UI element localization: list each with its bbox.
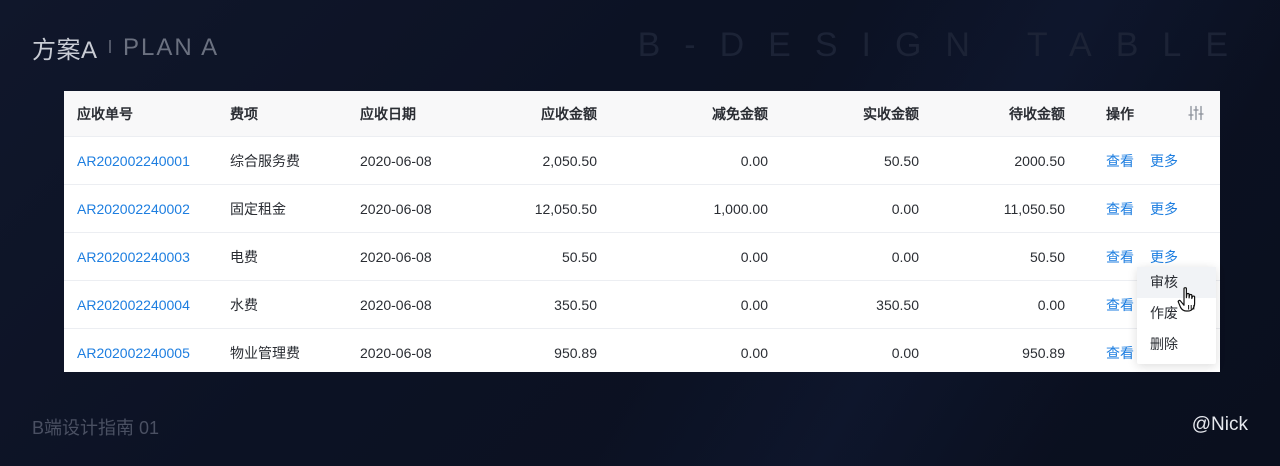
hand-pointer-icon [1177, 287, 1196, 312]
fee-item: 物业管理费 [230, 344, 300, 361]
data-table: 应收单号 费项 应收日期 应收金额 减免金额 实收金额 待收金额 操作 AR20… [64, 91, 1220, 372]
title-separator: I [107, 37, 114, 57]
more-actions-dropdown: 审核 作废 删除 [1137, 267, 1216, 364]
due-date: 2020-06-08 [360, 296, 432, 313]
view-button[interactable]: 查看 [1106, 153, 1134, 169]
receivable-no-link[interactable]: AR202002240001 [77, 153, 190, 169]
header-amount-due: 应收金额 [541, 105, 597, 122]
row-actions: 查看 更多 [1106, 151, 1178, 171]
header-fee-item: 费项 [230, 105, 258, 122]
due-date: 2020-06-08 [360, 152, 432, 169]
page-title: 方案A I PLAN A [32, 30, 219, 65]
view-button[interactable]: 查看 [1106, 201, 1134, 217]
due-date: 2020-06-08 [360, 248, 432, 265]
amount-pending: 2000.50 [1014, 152, 1065, 169]
amount-paid: 0.00 [891, 248, 919, 265]
title-cn: 方案A [32, 37, 98, 64]
table-row: AR202002240001 综合服务费 2020-06-08 2,050.50… [64, 136, 1220, 184]
amount-due: 50.50 [561, 248, 597, 265]
amount-paid: 50.50 [883, 152, 919, 169]
header-amount-waived: 减免金额 [712, 105, 768, 122]
fee-item: 水费 [230, 296, 258, 313]
amount-waived: 0.00 [740, 152, 768, 169]
header-amount-paid: 实收金额 [863, 105, 919, 122]
more-button[interactable]: 更多 [1150, 249, 1178, 265]
receivable-no-link[interactable]: AR202002240002 [77, 201, 190, 217]
view-button[interactable]: 查看 [1106, 345, 1134, 361]
amount-waived: 0.00 [740, 344, 768, 361]
watermark-text: B-DESIGN TABLE [637, 26, 1252, 64]
fee-item: 固定租金 [230, 200, 286, 217]
amount-due: 350.50 [554, 296, 597, 313]
more-button[interactable]: 更多 [1150, 153, 1178, 169]
header-amount-pending: 待收金额 [1009, 105, 1065, 122]
amount-waived: 0.00 [740, 248, 768, 265]
amount-waived: 0.00 [740, 296, 768, 313]
fee-item: 电费 [230, 248, 258, 265]
row-actions: 查看 [1106, 295, 1134, 315]
amount-waived: 1,000.00 [713, 200, 769, 217]
amount-paid: 350.50 [876, 296, 919, 313]
row-actions: 查看 更多 [1106, 247, 1178, 267]
amount-pending: 0.00 [1037, 296, 1065, 313]
amount-paid: 0.00 [891, 344, 919, 361]
view-button[interactable]: 查看 [1106, 297, 1134, 313]
view-button[interactable]: 查看 [1106, 249, 1134, 265]
table-row: AR202002240003 电费 2020-06-08 50.50 0.00 … [64, 232, 1220, 280]
menu-item-delete[interactable]: 删除 [1137, 329, 1216, 360]
receivable-no-link[interactable]: AR202002240005 [77, 345, 190, 361]
header-receivable-no: 应收单号 [77, 105, 133, 122]
amount-due: 2,050.50 [542, 152, 598, 169]
amount-pending: 11,050.50 [1003, 200, 1065, 217]
amount-pending: 950.89 [1022, 344, 1065, 361]
amount-due: 12,050.50 [534, 200, 597, 217]
table-row: AR202002240005 物业管理费 2020-06-08 950.89 0… [64, 328, 1220, 372]
amount-pending: 50.50 [1029, 248, 1065, 265]
receivable-no-link[interactable]: AR202002240003 [77, 249, 190, 265]
row-actions: 查看 [1106, 343, 1134, 363]
receivable-no-link[interactable]: AR202002240004 [77, 297, 190, 313]
author-handle: @Nick [1191, 414, 1248, 435]
footer-caption: B端设计指南 01 [32, 418, 160, 438]
amount-paid: 0.00 [891, 200, 919, 217]
fee-item: 综合服务费 [230, 152, 300, 169]
table-row: AR202002240004 水费 2020-06-08 350.50 0.00… [64, 280, 1220, 328]
more-button[interactable]: 更多 [1150, 201, 1178, 217]
column-settings-icon[interactable] [1188, 105, 1204, 121]
amount-due: 950.89 [554, 344, 597, 361]
due-date: 2020-06-08 [360, 200, 432, 217]
header-due-date: 应收日期 [360, 105, 416, 122]
table-header: 应收单号 费项 应收日期 应收金额 减免金额 实收金额 待收金额 操作 [64, 91, 1220, 136]
row-actions: 查看 更多 [1106, 199, 1178, 219]
header-actions: 操作 [1106, 105, 1134, 122]
due-date: 2020-06-08 [360, 344, 432, 361]
title-en: PLAN A [123, 33, 220, 61]
table-row: AR202002240002 固定租金 2020-06-08 12,050.50… [64, 184, 1220, 232]
